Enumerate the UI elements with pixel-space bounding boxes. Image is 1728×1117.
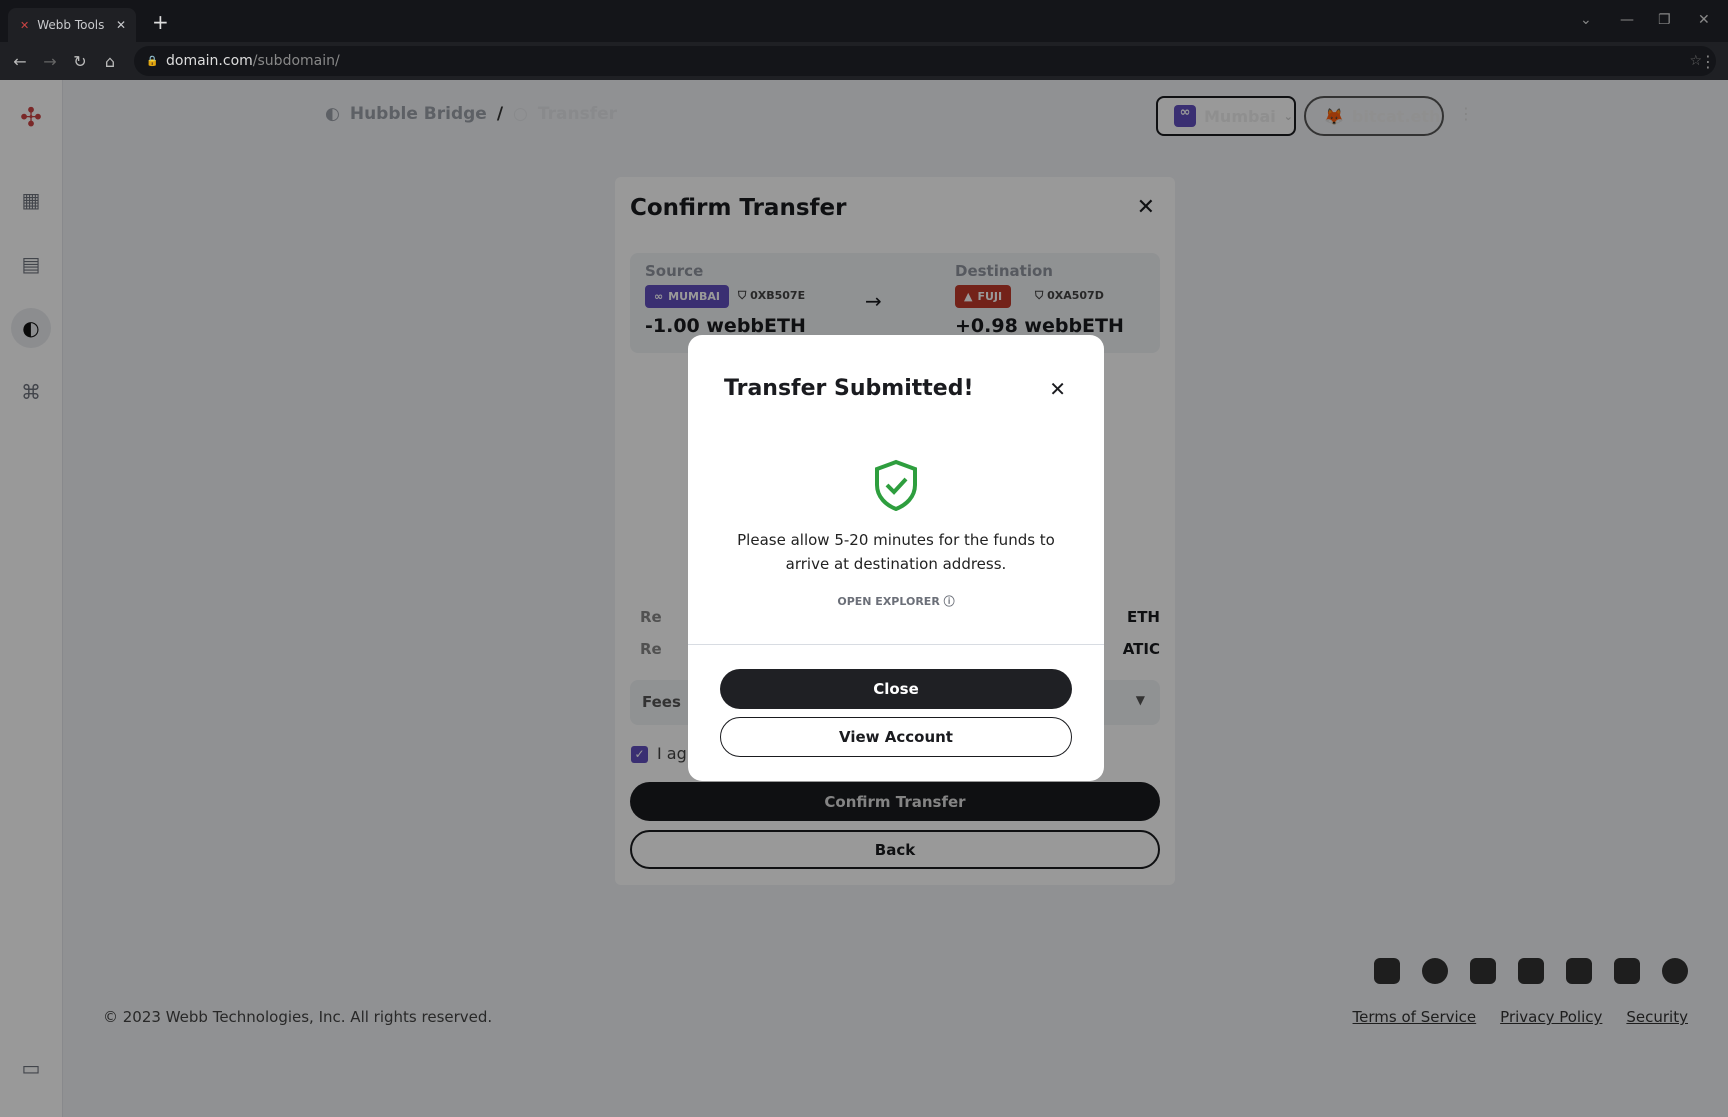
transfer-submitted-modal: Transfer Submitted! ✕ Please allow 5-20 … xyxy=(688,335,1104,781)
close-tab-icon[interactable]: ✕ xyxy=(116,18,126,32)
new-tab-icon[interactable]: + xyxy=(152,10,169,34)
reload-icon[interactable]: ↻ xyxy=(65,52,95,71)
browser-tab-bar: ✕ Webb Tools ✕ + ⌄ — ❐ ✕ xyxy=(0,0,1728,42)
lock-icon: 🔒 xyxy=(146,55,159,67)
home-icon[interactable]: ⌂ xyxy=(95,52,125,71)
url-domain: domain.com xyxy=(166,53,253,69)
close-window-icon[interactable]: ✕ xyxy=(1698,12,1710,28)
webb-favicon-icon: ✕ xyxy=(20,18,30,32)
browser-tab[interactable]: ✕ Webb Tools ✕ xyxy=(8,8,136,42)
divider xyxy=(688,644,1104,645)
restore-icon[interactable]: ❐ xyxy=(1658,12,1671,28)
open-explorer-link[interactable]: OPEN EXPLORER ⓘ xyxy=(688,593,1104,609)
help-icon: ⓘ xyxy=(943,595,955,608)
address-bar-row: ← → ↻ ⌂ 🔒 domain.com/subdomain/ ☆ ⋮ xyxy=(0,42,1728,80)
modal-message: Please allow 5-20 minutes for the funds … xyxy=(737,531,1055,573)
browser-menu-icon[interactable]: ⋮ xyxy=(1700,52,1716,71)
view-account-button[interactable]: View Account xyxy=(720,717,1072,757)
url-input[interactable]: 🔒 domain.com/subdomain/ ☆ xyxy=(134,46,1716,76)
tab-title: Webb Tools xyxy=(37,18,105,32)
minimize-icon[interactable]: — xyxy=(1620,12,1634,28)
close-button[interactable]: Close xyxy=(720,669,1072,709)
shield-check-icon xyxy=(875,459,917,511)
modal-title: Transfer Submitted! xyxy=(724,376,974,401)
open-explorer-text: OPEN EXPLORER xyxy=(837,595,940,608)
forward-icon[interactable]: → xyxy=(35,52,65,71)
back-icon[interactable]: ← xyxy=(5,52,35,71)
url-path: /subdomain/ xyxy=(252,53,340,69)
tab-search-icon[interactable]: ⌄ xyxy=(1580,12,1592,28)
close-icon[interactable]: ✕ xyxy=(1049,377,1066,401)
